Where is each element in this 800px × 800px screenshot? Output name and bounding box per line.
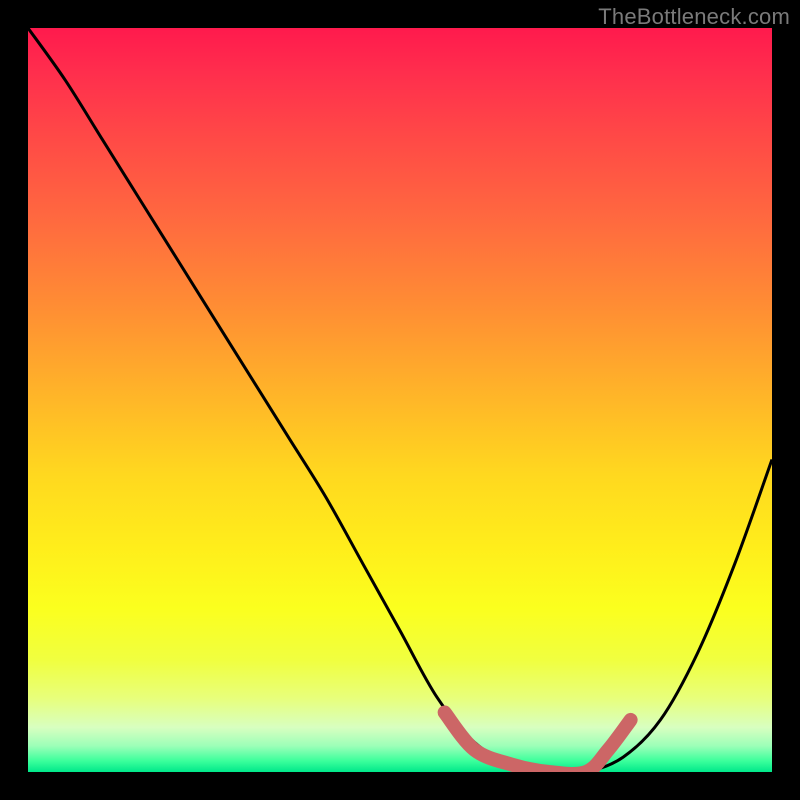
chart-frame: TheBottleneck.com bbox=[0, 0, 800, 800]
watermark-text: TheBottleneck.com bbox=[598, 4, 790, 30]
plot-area bbox=[28, 28, 772, 772]
chart-svg bbox=[28, 28, 772, 772]
bottleneck-curve bbox=[28, 28, 772, 772]
optimal-zone-highlight bbox=[445, 712, 631, 772]
